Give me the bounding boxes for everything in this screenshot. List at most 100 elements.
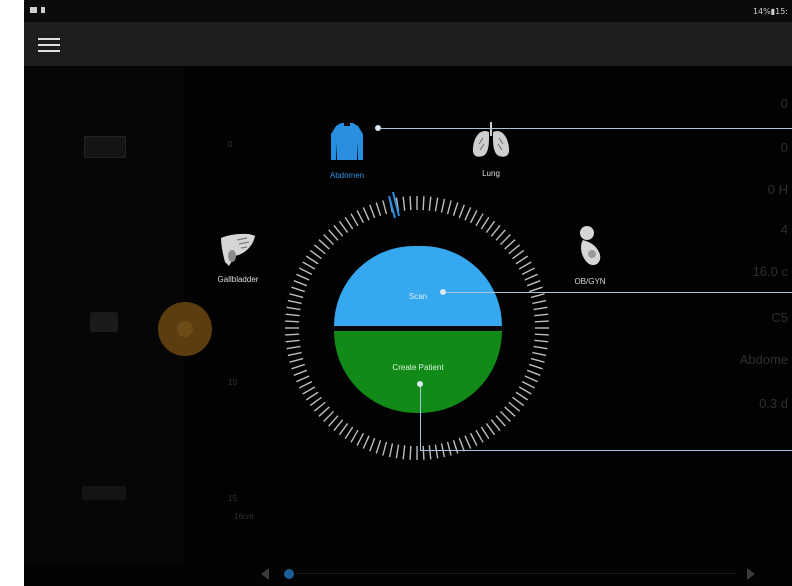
preset-label: OB/GYN (574, 277, 606, 286)
dial-tick (422, 196, 425, 211)
dial-tick (475, 213, 484, 227)
preset-gallbladder[interactable]: Gallbladder (198, 232, 278, 284)
next-arrow-icon[interactable] (746, 568, 756, 580)
dial-tick (504, 239, 516, 250)
dial-tick (328, 229, 339, 241)
scrub-position-dot[interactable] (284, 569, 294, 579)
dial-tick (533, 306, 548, 311)
param-value: 0 (780, 140, 788, 155)
param-value: 0 (780, 96, 788, 111)
dial-tick (402, 445, 406, 460)
dial-tick (402, 196, 406, 211)
dial-tick (285, 313, 300, 317)
dial-tick (485, 220, 496, 233)
preset-label: Gallbladder (217, 275, 259, 284)
dial-tick (287, 351, 302, 357)
dial-tick (338, 220, 349, 233)
dial-tick (313, 244, 326, 255)
prev-arrow-icon[interactable] (260, 568, 270, 580)
dial-tick (529, 363, 543, 370)
dial-tick (490, 224, 501, 237)
dial-tick (524, 375, 538, 383)
hamburger-menu-icon[interactable] (38, 38, 60, 54)
dial-tick (534, 333, 549, 336)
dial-tick (434, 197, 439, 212)
dial-tick (289, 357, 304, 363)
dial-tick (515, 391, 529, 401)
dial-tick (532, 351, 547, 357)
dial-tick (291, 286, 305, 293)
dial-tick (350, 213, 359, 227)
dial-tick (485, 423, 496, 436)
status-icons (30, 7, 45, 13)
dial-tick (309, 249, 322, 260)
dial-tick (318, 239, 330, 250)
dial-tick (409, 445, 412, 460)
dial-tick (293, 280, 308, 287)
dial-tick (362, 435, 370, 449)
dial-tick (480, 216, 490, 230)
dial-tick (458, 204, 465, 219)
app-bar (24, 22, 792, 66)
dial-tick (475, 429, 484, 443)
dial-tick (382, 200, 388, 215)
dial-tick (375, 202, 382, 216)
dial-tick (530, 357, 545, 363)
param-value: 0.3 d (759, 396, 788, 411)
param-value: 16.0 c (752, 264, 788, 279)
preset-abdomen[interactable]: Abdomen (307, 122, 387, 180)
dial-tick (534, 320, 549, 323)
dial-tick (469, 432, 478, 446)
dial-tick (344, 426, 354, 440)
dial-tick (480, 426, 490, 440)
image-notification-icon (30, 7, 37, 13)
dial-tick (529, 286, 543, 293)
dial-tick (328, 415, 339, 427)
dial-tick (289, 293, 304, 299)
dial-tick (515, 255, 529, 265)
dial-tick (287, 299, 302, 305)
freeze-button-dimmed (158, 302, 212, 356)
dial-tick (518, 261, 532, 270)
dial-tick (490, 419, 501, 432)
dial-tick (534, 339, 549, 343)
dial-tick (446, 200, 452, 215)
scrub-track (296, 573, 736, 574)
dial-tick (291, 363, 305, 370)
dial-tick (534, 313, 549, 317)
dial-tick (526, 369, 541, 376)
dial-tick (369, 437, 376, 452)
create-patient-label: Create Patient (392, 363, 444, 372)
preset-lung[interactable]: Lung (451, 122, 531, 178)
dial-tick (285, 320, 300, 323)
dial-tick (375, 440, 382, 454)
dial-tick (285, 333, 300, 336)
dial-tick (344, 216, 354, 230)
dial-tick (508, 401, 521, 412)
sd-card-icon (41, 7, 45, 13)
preset-label: Abdomen (329, 171, 365, 180)
depth-tick-10: 10 (228, 378, 237, 387)
dial-tick (333, 419, 344, 432)
callout-vline-create-patient (420, 387, 421, 451)
dial-tick (464, 435, 472, 449)
dial-tick (504, 406, 516, 417)
dial-tick (452, 440, 459, 454)
dial-tick (495, 415, 506, 427)
fetus-icon (580, 226, 601, 266)
dial-tick (285, 339, 300, 343)
dial-tick (521, 267, 535, 276)
dial-tick (499, 410, 511, 422)
dial-tick (362, 207, 370, 221)
dial-tick (524, 273, 538, 281)
dial-tick (440, 198, 446, 213)
callout-line-presets (381, 128, 792, 129)
dial-tick (299, 267, 313, 276)
param-value: Abdome (739, 352, 788, 367)
dial-tick (296, 375, 310, 383)
preset-obgyn[interactable]: OB/GYN (550, 224, 630, 286)
dial-tick (512, 249, 525, 260)
dicom-icon (82, 486, 126, 500)
dial-tick (518, 386, 532, 395)
depth-tick-0: 0 (228, 140, 233, 149)
